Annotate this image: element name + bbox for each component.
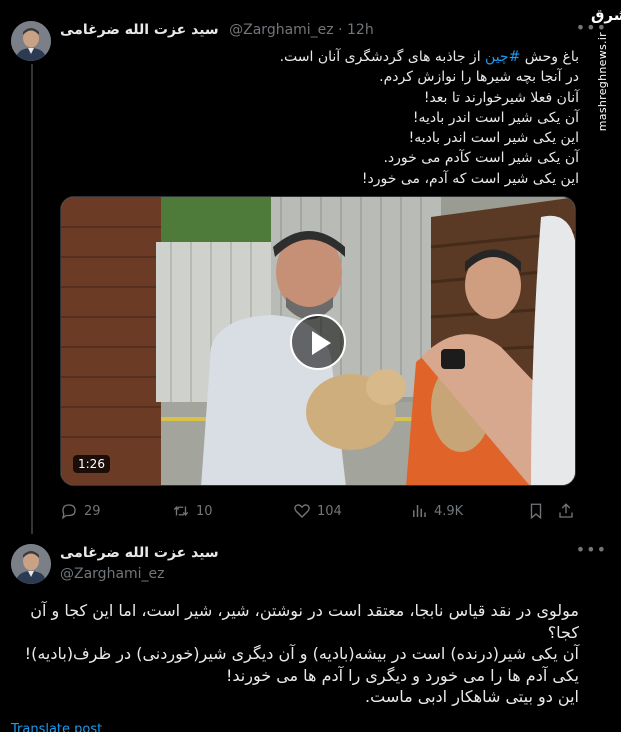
reply-count: 29	[84, 503, 101, 519]
header-separator: ·	[338, 22, 343, 38]
watermark-logo: مشرق	[591, 6, 621, 24]
tweet-line: باغ وحش #چین از جاذبه های گردشگری آنان ا…	[279, 49, 579, 65]
tweet-line: این یکی شیر است که آدم، می خورد!	[361, 170, 579, 187]
author-name[interactable]: سید عزت الله ضرغامی	[60, 22, 219, 38]
tweet-text: باغ وحش #چین از جاذبه های گردشگری آنان ا…	[60, 47, 579, 189]
tweet-line: این یکی شیر است اندر بادیه!	[408, 130, 579, 147]
views-chart-icon	[413, 505, 426, 517]
author-handle[interactable]: @Zarghami_ez	[229, 22, 334, 38]
more-options-icon[interactable]: •••	[576, 540, 607, 559]
author-name[interactable]: سید عزت الله ضرغامی	[60, 545, 219, 561]
avatar-photo	[11, 544, 51, 584]
like-count: 104	[317, 503, 342, 519]
tweet-line: کجا؟	[547, 622, 579, 642]
thread-connector-line	[31, 64, 33, 534]
watermark-site: mashreghnews.ir	[595, 32, 609, 132]
views-button[interactable]: 4.9K	[410, 500, 463, 522]
tweet-line: آنان فعلا شیرخوارند تا بعد!	[423, 89, 579, 106]
translate-post-link[interactable]: Translate post	[11, 722, 102, 732]
play-button[interactable]	[290, 314, 346, 370]
repost-count: 10	[196, 503, 213, 519]
tweet-line: آن یکی شیر(درنده) است در بیشه(بادیه) و آ…	[24, 644, 579, 663]
repost-icon	[173, 505, 189, 517]
tweet-text: مولوی در نقد قیاس نابجا، معتقد است در نو…	[14, 600, 579, 708]
avatar[interactable]	[11, 544, 51, 584]
avatar-photo	[11, 21, 51, 61]
heart-icon	[294, 504, 310, 518]
tweet-header: سید عزت الله ضرغامی @Zarghami_ez · 12h	[60, 22, 374, 38]
post-time[interactable]: 12h	[347, 22, 374, 38]
action-bar: 29 10 104 4.9K	[60, 500, 580, 522]
views-count: 4.9K	[434, 503, 464, 519]
like-button[interactable]: 104	[293, 500, 342, 522]
reply-icon	[61, 504, 76, 520]
repost-button[interactable]: 10	[172, 500, 213, 522]
share-icon	[559, 503, 573, 518]
video-player[interactable]: 1:26	[60, 196, 576, 486]
tweet-line: یکی آدم ها را می خورد و دیگری را آدم ها …	[225, 665, 579, 685]
avatar[interactable]	[11, 21, 51, 61]
hashtag-link[interactable]: #چین	[485, 49, 520, 65]
tweet-line: آن یکی شیر است اندر بادیه!	[412, 109, 579, 126]
play-icon	[312, 331, 331, 355]
watermark: مشرق mashreghnews.ir	[591, 6, 621, 132]
tweet-line: مولوی در نقد قیاس نابجا، معتقد است در نو…	[30, 601, 579, 620]
tweet-line: این دو بیتی شاهکار ادبی ماست.	[365, 687, 579, 706]
video-duration: 1:26	[73, 455, 110, 473]
bookmark-button[interactable]	[527, 500, 551, 522]
bookmark-icon	[530, 503, 542, 520]
share-button[interactable]	[557, 500, 581, 522]
author-handle[interactable]: @Zarghami_ez	[60, 566, 165, 582]
reply-button[interactable]: 29	[60, 500, 101, 522]
tweet-line: در آنجا بچه شیرها را نوازش کردم.	[379, 69, 579, 86]
tweet-line: آن یکی شیر است کآدم می خورد.	[383, 150, 579, 167]
